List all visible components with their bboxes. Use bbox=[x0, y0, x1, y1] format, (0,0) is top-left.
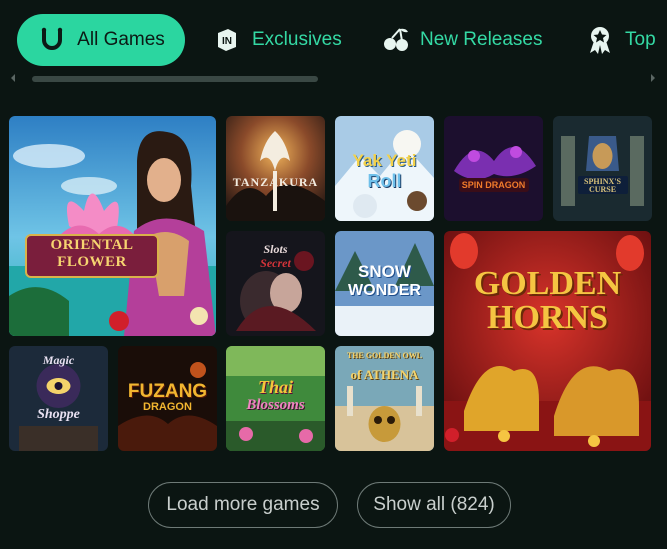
game-tile-fuzang-dragon[interactable]: FUZANG DRAGON bbox=[118, 346, 217, 451]
tab-label: All Games bbox=[77, 29, 165, 50]
game-title-line2: DRAGON bbox=[143, 401, 192, 413]
load-more-button[interactable]: Load more games bbox=[148, 482, 338, 528]
game-title-line2: FLOWER bbox=[57, 254, 127, 270]
game-tile-thai-blossoms[interactable]: Thai Blossoms bbox=[226, 346, 325, 451]
tab-exclusives[interactable]: IN Exclusives bbox=[212, 14, 342, 66]
tab-label: New Releases bbox=[420, 29, 543, 50]
tab-all-games[interactable]: All Games bbox=[17, 14, 185, 66]
scroll-right-arrow-icon[interactable] bbox=[648, 72, 658, 84]
game-title: THE GOLDEN OWL bbox=[346, 351, 423, 360]
tab-top[interactable]: Top bbox=[585, 14, 656, 66]
cherries-icon bbox=[380, 25, 410, 55]
game-title: Magic bbox=[42, 353, 75, 367]
game-title: GOLDEN bbox=[473, 265, 622, 302]
game-tile-spin-dragon[interactable]: SPIN DRAGON bbox=[444, 116, 543, 221]
game-title: Slots bbox=[263, 242, 288, 256]
game-artwork bbox=[553, 116, 652, 221]
game-title-line2: Blossoms bbox=[246, 397, 305, 413]
tab-label: Exclusives bbox=[252, 29, 342, 50]
scroll-left-arrow-icon[interactable] bbox=[8, 72, 18, 84]
game-title: Thai bbox=[257, 377, 293, 397]
svg-text:IN: IN bbox=[222, 36, 232, 47]
game-artwork bbox=[444, 231, 651, 451]
in-badge-icon: IN bbox=[212, 25, 242, 55]
game-artwork bbox=[444, 116, 543, 221]
game-title-line2: Secret bbox=[260, 256, 291, 270]
tab-new-releases[interactable]: New Releases bbox=[380, 14, 543, 66]
game-title-line2: WONDER bbox=[348, 282, 421, 299]
game-title: Yak Yeti bbox=[352, 151, 417, 170]
category-tabs: All Games IN Exclusives New Releases Top bbox=[0, 14, 667, 68]
game-tile-yak-yeti-roll[interactable]: Yak Yeti Roll bbox=[335, 116, 434, 221]
game-tile-tanzakura[interactable]: TANZAKURA bbox=[226, 116, 325, 221]
game-title-line2: Shoppe bbox=[37, 407, 80, 422]
award-ribbon-icon bbox=[585, 25, 615, 55]
game-title: TANZAKURA bbox=[232, 175, 319, 189]
game-tile-golden-horns[interactable]: GOLDEN HORNS bbox=[444, 231, 651, 451]
game-title-line2: of ATHENA bbox=[350, 367, 419, 382]
game-title: SNOW bbox=[358, 262, 411, 281]
tab-label: Top bbox=[625, 29, 656, 50]
game-tile-oriental-flower[interactable]: ORIENTAL FLOWER bbox=[9, 116, 216, 336]
game-title-line2: Roll bbox=[367, 171, 402, 191]
game-artwork bbox=[9, 116, 216, 336]
game-title: ORIENTAL bbox=[50, 237, 134, 253]
game-tile-golden-owl-of-athena[interactable]: THE GOLDEN OWL of ATHENA bbox=[335, 346, 434, 451]
game-artwork bbox=[335, 346, 434, 451]
game-tile-sphinxs-curse[interactable]: SPHINX'S CURSE bbox=[553, 116, 652, 221]
game-title: SPIN DRAGON bbox=[461, 180, 526, 190]
game-tile-slots-secret[interactable]: Slots Secret bbox=[226, 231, 325, 336]
horseshoe-icon bbox=[37, 25, 67, 55]
game-tile-snow-wonder[interactable]: SNOW WONDER bbox=[335, 231, 434, 336]
game-title-line2: HORNS bbox=[487, 299, 608, 336]
game-artwork bbox=[226, 116, 325, 221]
game-tile-magic-shoppe[interactable]: Magic Shoppe bbox=[9, 346, 108, 451]
game-title-line2: CURSE bbox=[588, 185, 617, 194]
game-title: FUZANG bbox=[127, 381, 208, 402]
tabs-scrollbar[interactable] bbox=[8, 72, 658, 84]
scrollbar-thumb[interactable] bbox=[32, 76, 318, 82]
show-all-button[interactable]: Show all (824) bbox=[357, 482, 511, 528]
